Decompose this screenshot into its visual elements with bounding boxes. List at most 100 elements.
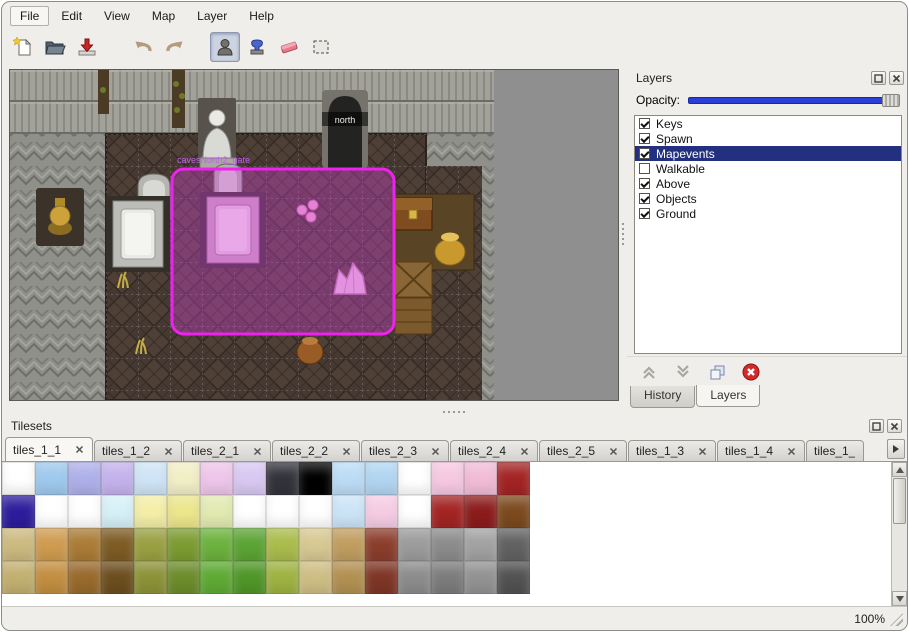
palette-tile[interactable]: [200, 495, 233, 528]
tab-history[interactable]: History: [630, 386, 695, 408]
layer-visibility-checkbox[interactable]: [639, 208, 650, 219]
open-button[interactable]: [40, 32, 70, 62]
tileset-tab[interactable]: tiles_2_2: [272, 440, 360, 461]
stamp-tool-button[interactable]: [242, 32, 272, 62]
palette-tile[interactable]: [2, 462, 35, 495]
layer-label[interactable]: Mapevents: [656, 147, 715, 161]
palette-tile[interactable]: [35, 561, 68, 594]
close-tab-icon[interactable]: [785, 445, 797, 457]
palette-tile[interactable]: [134, 561, 167, 594]
layer-row-ground[interactable]: Ground: [635, 206, 901, 221]
scrollbar-track[interactable]: [892, 477, 907, 591]
layer-label[interactable]: Objects: [656, 192, 697, 206]
palette-tile[interactable]: [365, 561, 398, 594]
palette-tile[interactable]: [101, 495, 134, 528]
menu-layer[interactable]: Layer: [187, 6, 237, 26]
palette-tile[interactable]: [464, 495, 497, 528]
tileset-tab[interactable]: tiles_1_: [806, 440, 864, 461]
palette-tile[interactable]: [332, 495, 365, 528]
menu-help[interactable]: Help: [239, 6, 284, 26]
palette-tile[interactable]: [35, 495, 68, 528]
layer-row-above[interactable]: Above: [635, 176, 901, 191]
palette-tile[interactable]: [233, 561, 266, 594]
close-panel-button[interactable]: [887, 419, 902, 433]
palette-tile[interactable]: [497, 495, 530, 528]
palette-tile[interactable]: [35, 462, 68, 495]
layer-label[interactable]: Keys: [656, 117, 683, 131]
close-tab-icon[interactable]: [162, 445, 174, 457]
resize-grip[interactable]: [890, 613, 903, 626]
menu-map[interactable]: Map: [142, 6, 185, 26]
tileset-tab[interactable]: tiles_1_3: [628, 440, 716, 461]
palette-tile[interactable]: [332, 462, 365, 495]
palette-tile[interactable]: [332, 528, 365, 561]
float-panel-button[interactable]: [869, 419, 884, 433]
layer-duplicate-button[interactable]: [705, 360, 729, 384]
tileset-tab[interactable]: tiles_2_5: [539, 440, 627, 461]
selection-tool-button[interactable]: [306, 32, 336, 62]
scroll-down-button[interactable]: [892, 591, 907, 606]
palette-tile[interactable]: [332, 561, 365, 594]
palette-tile[interactable]: [233, 528, 266, 561]
palette-tile[interactable]: [299, 495, 332, 528]
palette-tile[interactable]: [101, 561, 134, 594]
scroll-tabs-right-button[interactable]: [887, 439, 905, 459]
palette-tile[interactable]: [464, 462, 497, 495]
palette-tile[interactable]: [398, 528, 431, 561]
palette-tile[interactable]: [200, 528, 233, 561]
palette-tile[interactable]: [101, 462, 134, 495]
layer-row-keys[interactable]: Keys: [635, 116, 901, 131]
opacity-slider[interactable]: [688, 94, 900, 107]
palette-tile[interactable]: [167, 528, 200, 561]
palette-tile[interactable]: [464, 528, 497, 561]
palette-tile[interactable]: [299, 528, 332, 561]
palette-tile[interactable]: [497, 561, 530, 594]
palette-tile[interactable]: [233, 462, 266, 495]
layer-label[interactable]: Walkable: [656, 162, 705, 176]
layer-visibility-checkbox[interactable]: [639, 133, 650, 144]
palette-tile[interactable]: [398, 462, 431, 495]
palette-tile[interactable]: [2, 561, 35, 594]
palette-tile[interactable]: [266, 561, 299, 594]
layer-move-up-button[interactable]: [637, 360, 661, 384]
palette-tile[interactable]: [35, 528, 68, 561]
palette-tile[interactable]: [200, 561, 233, 594]
tileset-tab[interactable]: tiles_1_1: [5, 437, 93, 461]
layer-label[interactable]: Ground: [656, 207, 696, 221]
map-canvas-frame[interactable]: north: [9, 69, 619, 401]
opacity-slider-handle[interactable]: [882, 94, 900, 107]
palette-tile[interactable]: [68, 561, 101, 594]
palette-tile[interactable]: [2, 495, 35, 528]
close-tab-icon[interactable]: [518, 445, 530, 457]
layer-visibility-checkbox[interactable]: [639, 193, 650, 204]
palette-tile[interactable]: [398, 495, 431, 528]
tab-layers[interactable]: Layers: [696, 385, 760, 407]
event-tool-button[interactable]: [210, 32, 240, 62]
palette-tile[interactable]: [266, 528, 299, 561]
palette-tile[interactable]: [398, 561, 431, 594]
palette-tile[interactable]: [68, 495, 101, 528]
palette-tile[interactable]: [134, 528, 167, 561]
layer-label[interactable]: Above: [656, 177, 690, 191]
layer-visibility-checkbox[interactable]: [639, 178, 650, 189]
vertical-splitter[interactable]: [619, 69, 627, 401]
palette-tile[interactable]: [134, 462, 167, 495]
layer-row-mapevents[interactable]: Mapevents: [635, 146, 901, 161]
palette-tile[interactable]: [68, 462, 101, 495]
layer-move-down-button[interactable]: [671, 360, 695, 384]
tileset-tab[interactable]: tiles_2_4: [450, 440, 538, 461]
palette-tile[interactable]: [101, 528, 134, 561]
palette-tile[interactable]: [464, 561, 497, 594]
layer-row-objects[interactable]: Objects: [635, 191, 901, 206]
event-selection[interactable]: [172, 169, 394, 334]
close-panel-button[interactable]: [889, 71, 904, 85]
scroll-up-button[interactable]: [892, 462, 907, 477]
tile-palette[interactable]: [2, 462, 891, 606]
close-tab-icon[interactable]: [429, 445, 441, 457]
palette-tile[interactable]: [167, 462, 200, 495]
close-tab-icon[interactable]: [73, 444, 85, 456]
palette-tile[interactable]: [299, 462, 332, 495]
layer-row-spawn[interactable]: Spawn: [635, 131, 901, 146]
palette-scrollbar[interactable]: [891, 462, 907, 606]
tileset-tab[interactable]: tiles_1_2: [94, 440, 182, 461]
